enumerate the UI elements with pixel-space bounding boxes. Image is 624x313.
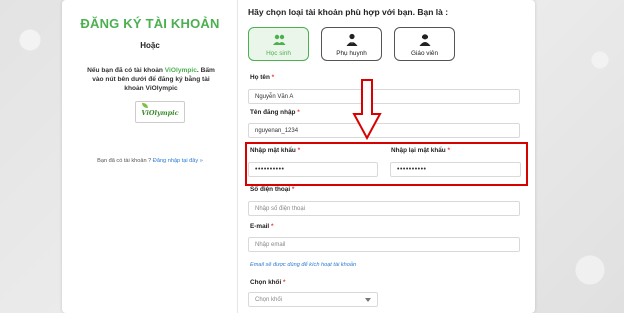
role-label: Giáo viên xyxy=(411,50,438,57)
email-label: E-mail * xyxy=(250,223,273,230)
required-mark: * xyxy=(270,223,274,230)
grade-label-text: Chọn khối xyxy=(250,279,282,286)
required-mark: * xyxy=(297,109,300,116)
role-student-button[interactable]: Học sinh xyxy=(248,27,309,61)
violympic-note: Nếu bạn đã có tài khoản ViOlympic. Bấm v… xyxy=(86,66,216,93)
page-title: ĐĂNG KÝ TÀI KHOẢN xyxy=(80,16,220,31)
role-label: Phụ huynh xyxy=(336,50,367,57)
email-input[interactable]: Nhập email xyxy=(248,237,520,252)
phone-label-text: Số điện thoại xyxy=(250,186,291,193)
or-text: Hoặc xyxy=(140,41,160,50)
note-brand: ViOlympic xyxy=(164,67,197,74)
username-input[interactable]: nguyenan_1234 xyxy=(248,123,520,138)
fullname-label-text: Họ tên xyxy=(250,74,270,81)
required-mark: * xyxy=(291,186,295,193)
password-highlight-box xyxy=(245,142,528,186)
red-arrow-annotation xyxy=(352,79,382,140)
fullname-label: Họ tên * xyxy=(250,74,274,81)
grade-select[interactable]: Chọn khối xyxy=(248,292,378,307)
username-label: Tên đăng nhập * xyxy=(250,109,300,116)
fullname-input[interactable]: Nguyễn Văn A xyxy=(248,89,520,104)
email-hint: Email sẽ được dùng để kích hoạt tài khoả… xyxy=(250,262,357,268)
role-parent-button[interactable]: Phụ huynh xyxy=(321,27,382,61)
role-teacher-button[interactable]: Giáo viên xyxy=(394,27,455,61)
has-account-text: Bạn đã có tài khoản ? Đăng nhập tại đây … xyxy=(62,158,238,164)
account-type-question: Hãy chọn loại tài khoản phù hợp với bạn.… xyxy=(248,7,449,17)
violympic-login-button[interactable]: ViOlympic xyxy=(135,101,185,123)
left-panel: ĐĂNG KÝ TÀI KHOẢN Hoặc Nếu bạn đã có tài… xyxy=(62,0,238,313)
grade-select-value: Chọn khối xyxy=(255,296,283,303)
chevron-down-icon xyxy=(365,298,371,302)
parent-icon xyxy=(346,33,357,46)
phone-label: Số điện thoại * xyxy=(250,186,294,193)
login-link[interactable]: Đăng nhập tại đây » xyxy=(153,158,203,164)
email-label-text: E-mail xyxy=(250,223,270,230)
leaf-icon xyxy=(142,103,149,108)
phone-input[interactable]: Nhập số điện thoại xyxy=(248,201,520,216)
violympic-logo: ViOlympic xyxy=(141,103,179,117)
teacher-icon xyxy=(419,34,430,46)
grade-label: Chọn khối * xyxy=(250,279,286,286)
username-label-text: Tên đăng nhập xyxy=(250,109,296,116)
student-icon xyxy=(272,34,285,45)
violympic-logo-text: ViOlympic xyxy=(141,109,179,117)
required-mark: * xyxy=(283,279,286,286)
required-mark: * xyxy=(271,74,275,81)
has-account-label: Bạn đã có tài khoản ? xyxy=(97,158,153,164)
role-label: Học sinh xyxy=(266,50,291,57)
note-prefix: Nếu bạn đã có tài khoản xyxy=(87,67,165,74)
